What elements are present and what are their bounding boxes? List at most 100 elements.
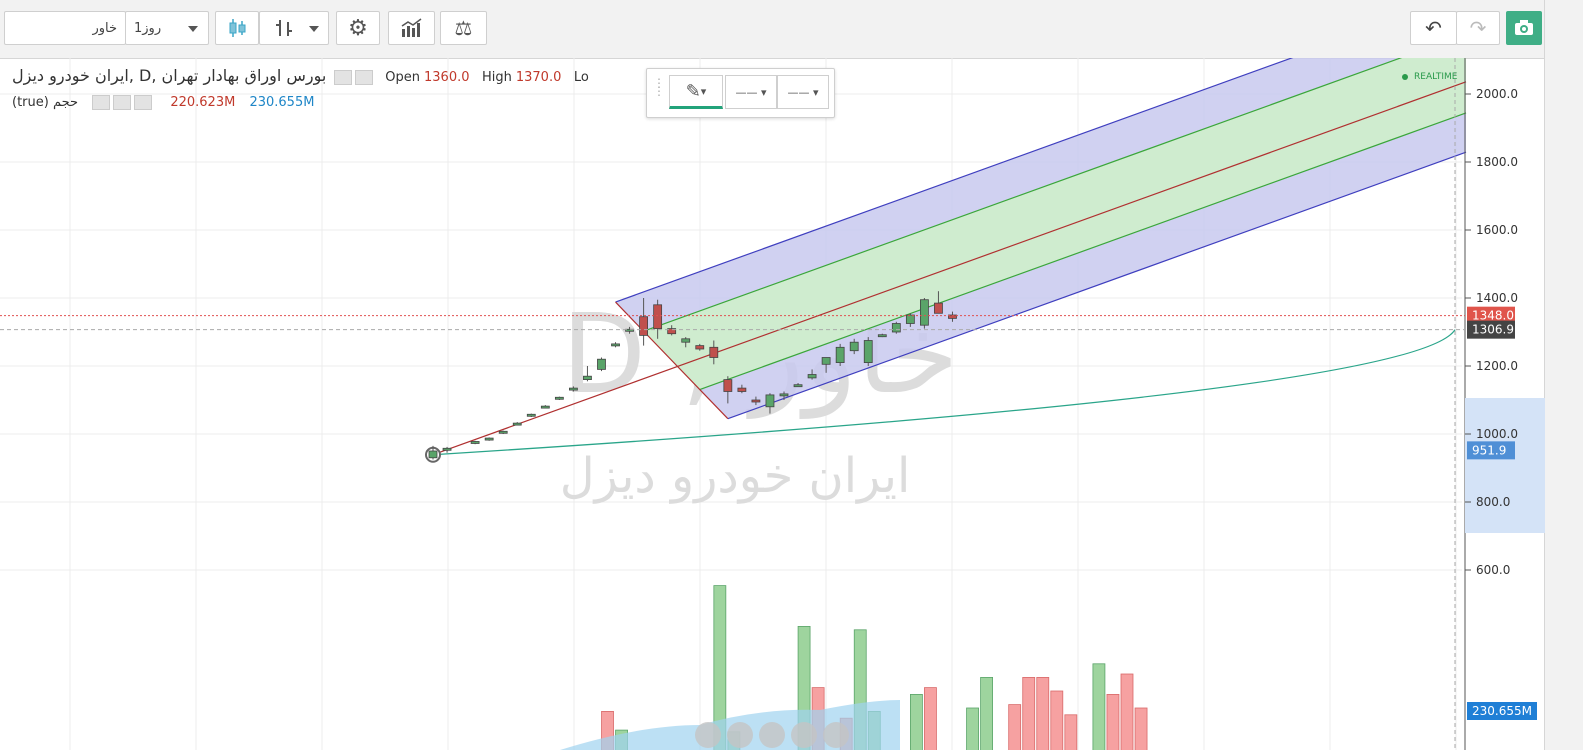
candle-body (793, 384, 803, 388)
candle-body (807, 374, 817, 379)
price-badge-label: 230.655M (1472, 704, 1532, 718)
volume-bar (966, 707, 979, 750)
volume-value-2: 230.655M (249, 95, 315, 110)
candle-body (723, 379, 733, 392)
chevron-down-icon (309, 26, 319, 32)
symbol-input[interactable]: خاور (4, 11, 126, 45)
candle-body (835, 346, 845, 363)
eye-icon[interactable] (92, 95, 111, 110)
candle-body (597, 358, 606, 370)
volume-bar (1120, 673, 1134, 750)
price-tick-label: 1200.0 (1476, 359, 1518, 373)
settings-icon[interactable] (113, 95, 132, 110)
candle-body (891, 323, 901, 333)
bar-chart-icon[interactable] (259, 11, 329, 45)
candle-body (498, 430, 508, 434)
price-chart[interactable]: خاور , Dایران خودرو دیزل800.01000.01200.… (0, 58, 1545, 750)
volume-bar (1134, 707, 1148, 750)
candle-body (639, 316, 648, 336)
volume-label: حجم (true) (12, 95, 79, 110)
line-style-button[interactable]: —— ▾ (777, 75, 829, 109)
volume-bar (1092, 663, 1106, 750)
zoom-in-icon[interactable] (791, 722, 817, 748)
candle-body (512, 422, 522, 426)
volume-bar (1008, 704, 1022, 750)
price-badge-label: 1348.0 (1472, 309, 1514, 323)
volume-bar (1050, 690, 1064, 750)
volume-bar (1036, 677, 1050, 750)
candle-body (920, 299, 929, 326)
candlestick-chart-icon[interactable] (215, 11, 259, 45)
price-badge-label: 951.9 (1472, 443, 1506, 457)
chart-legend: بورس اوراق بهادار تهران ,D ,ایران خودرو … (12, 66, 589, 85)
candlestick-chart-glyph (229, 19, 246, 37)
pencil-icon: ✎ (685, 80, 701, 102)
line-width-button[interactable]: —— ▾ (725, 75, 777, 109)
settings-icon[interactable] (354, 69, 373, 85)
compare-scales-icon[interactable]: ⚖ (440, 11, 487, 45)
realtime-label: REALTIME (1414, 72, 1458, 82)
price-tick-label: 2000.0 (1476, 87, 1518, 101)
camera-icon[interactable] (1506, 11, 1542, 45)
candle-body (751, 399, 761, 403)
close-icon[interactable] (134, 95, 153, 110)
indicators-glyph (401, 18, 421, 37)
price-tick-label: 1000.0 (1476, 427, 1518, 441)
bar-chart-glyph (276, 20, 292, 36)
volume-value-1: 220.623M (170, 95, 236, 110)
redo-icon[interactable]: ↷ (1456, 11, 1500, 45)
candle-body (653, 304, 663, 329)
undo-icon[interactable]: ↶ (1410, 11, 1457, 45)
candle-body (863, 340, 873, 364)
volume-legend: حجم (true) 220.623M 230.655M (12, 95, 314, 110)
interval-select[interactable]: 1روز (125, 11, 209, 45)
candle-body (821, 357, 831, 365)
gear-glyph: ⚙ (348, 15, 368, 41)
candle-body (877, 334, 887, 338)
scales-glyph: ⚖ (454, 16, 473, 40)
candle-body (569, 387, 578, 391)
candle-body (681, 338, 691, 343)
price-tick-label: 1800.0 (1476, 155, 1518, 169)
candle-body (737, 387, 747, 392)
candle-body (428, 450, 438, 459)
candle-body (765, 394, 775, 408)
candle-body (583, 375, 592, 381)
undo-glyph: ↶ (1425, 16, 1442, 40)
candle-body (695, 345, 705, 350)
price-axis-highlight (1465, 398, 1545, 533)
price-badge-label: 1306.9 (1472, 323, 1514, 337)
gear-icon[interactable]: ⚙ (336, 11, 380, 45)
candle-body (611, 343, 620, 347)
zoom-out-icon[interactable] (727, 722, 753, 748)
candle-body (934, 302, 943, 314)
volume-bar (1064, 714, 1078, 750)
high-value: 1370.0 (515, 70, 562, 85)
candle-body (484, 437, 494, 441)
top-toolbar: خاور 1روز ⚙ ⚖ ↶ ↷ (0, 0, 1545, 59)
indicators-icon[interactable] (388, 11, 435, 45)
price-tick-label: 1400.0 (1476, 291, 1518, 305)
low-label: Lo (573, 70, 589, 85)
open-label: Open (385, 70, 421, 85)
candle-body (905, 314, 915, 324)
volume-bar (980, 677, 993, 750)
open-value: 1360.0 (424, 70, 470, 85)
chevron-right-icon[interactable] (823, 722, 849, 748)
camera-glyph (1515, 20, 1533, 35)
candle-body (540, 405, 550, 409)
realtime-indicator: REALTIME (1402, 72, 1457, 82)
candle-body (779, 393, 789, 397)
volume-bar (1022, 677, 1036, 750)
eye-icon[interactable] (333, 69, 352, 85)
candle-body (526, 413, 536, 417)
chevron-left-icon[interactable] (695, 722, 721, 748)
volume-bar (924, 687, 937, 750)
candle-body (470, 441, 480, 444)
right-side-panel (1544, 0, 1583, 750)
line-color-button[interactable]: ✎ ▾ (669, 75, 723, 109)
watermark-name: ایران خودرو دیزل (560, 448, 911, 504)
price-tick-label: 1600.0 (1476, 223, 1518, 237)
candle-body (849, 341, 859, 352)
reset-icon[interactable] (759, 722, 785, 748)
